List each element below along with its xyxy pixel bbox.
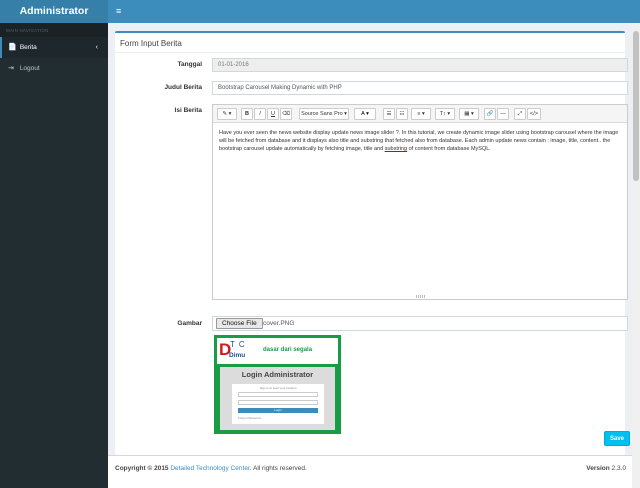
tanggal-label: Tanggal xyxy=(177,61,202,68)
form-box: Form Input Berita Tanggal 01-01-2016 Jud… xyxy=(115,31,630,461)
font-family-dropdown[interactable]: Source Sans Pro ▾ xyxy=(299,108,349,120)
line-height-dropdown[interactable]: T↕ ▾ xyxy=(435,108,455,120)
sidebar-toggle-icon[interactable]: ≡ xyxy=(116,6,121,16)
content-area: Form Input Berita Tanggal 01-01-2016 Jud… xyxy=(108,23,632,461)
nav-header: MAIN NAVIGATION xyxy=(0,23,108,37)
rich-text-editor[interactable]: ✎ ▾ B I U ⌫ Source Sans Pro ▾ A ▾ ☰ ☷ ≡ … xyxy=(212,104,628,300)
sidebar-item-logout[interactable]: ⇥ Logout xyxy=(0,58,108,79)
sidebar-item-berita[interactable]: 📄 Berita ‹ xyxy=(0,37,108,58)
preview-login-panel: Login Administrator Sign in to start you… xyxy=(220,367,335,430)
preview-banner: D TC Dimu dasar dari segala xyxy=(217,338,338,364)
app-logo[interactable]: Administrator xyxy=(0,0,108,23)
document-icon: 📄 xyxy=(8,44,17,51)
sidebar-item-label: Logout xyxy=(19,65,40,72)
ordered-list-icon[interactable]: ☷ xyxy=(396,108,408,120)
chevron-left-icon: ‹ xyxy=(95,44,98,51)
choose-file-button[interactable]: Choose File xyxy=(216,318,263,329)
preview-login-card: Sign in to start your session Login Forg… xyxy=(232,384,324,424)
save-button[interactable]: Save xyxy=(604,431,630,446)
magic-style-button[interactable]: ✎ ▾ xyxy=(217,108,237,120)
judul-input[interactable]: Bootstrap Carousel Making Dynamic with P… xyxy=(212,81,628,95)
sidebar-item-label: Berita xyxy=(19,44,37,51)
eraser-icon[interactable]: ⌫ xyxy=(280,108,292,120)
top-navbar: Administrator ≡ xyxy=(0,0,640,23)
link-icon[interactable]: 🔗 xyxy=(484,108,496,120)
unordered-list-icon[interactable]: ☰ xyxy=(383,108,395,120)
editor-toolbar: ✎ ▾ B I U ⌫ Source Sans Pro ▾ A ▾ ☰ ☷ ≡ … xyxy=(213,105,627,123)
file-name: cover.PNG xyxy=(263,320,295,327)
code-view-icon[interactable]: </> xyxy=(527,108,541,120)
copyright: Copyright © 2015 Detailed Technology Cen… xyxy=(115,465,307,472)
tanggal-input[interactable]: 01-01-2016 xyxy=(212,58,628,72)
font-color-button[interactable]: A ▾ xyxy=(354,108,376,120)
box-title: Form Input Berita xyxy=(120,39,182,48)
sign-out-icon: ⇥ xyxy=(8,65,14,72)
underline-button[interactable]: U xyxy=(267,108,279,120)
sidebar: MAIN NAVIGATION 📄 Berita ‹ ⇥ Logout xyxy=(0,23,108,488)
box-divider xyxy=(115,52,625,53)
page-scrollbar[interactable] xyxy=(632,23,640,488)
italic-button[interactable]: I xyxy=(254,108,266,120)
fullscreen-icon[interactable]: ⤢ xyxy=(514,108,526,120)
resize-handle[interactable] xyxy=(416,295,426,298)
file-input[interactable]: Choose File cover.PNG xyxy=(212,316,628,331)
horizontal-rule-icon[interactable]: — xyxy=(497,108,509,120)
editor-content[interactable]: Have you ever seen the news website disp… xyxy=(219,129,623,153)
paragraph-align-dropdown[interactable]: ≡ ▾ xyxy=(411,108,431,120)
version: Version 2.3.0 xyxy=(586,465,626,472)
footer: Copyright © 2015 Detailed Technology Cen… xyxy=(108,455,632,488)
image-preview: D TC Dimu dasar dari segala Login Admini… xyxy=(214,335,341,434)
gambar-label: Gambar xyxy=(177,320,202,327)
table-dropdown[interactable]: ▦ ▾ xyxy=(459,108,479,120)
isi-label: Isi Berita xyxy=(174,107,202,114)
company-link[interactable]: Detailed Technology Center xyxy=(170,465,249,472)
scroll-thumb[interactable] xyxy=(633,31,639,181)
bold-button[interactable]: B xyxy=(241,108,253,120)
judul-label: Judul Berita xyxy=(164,84,202,91)
